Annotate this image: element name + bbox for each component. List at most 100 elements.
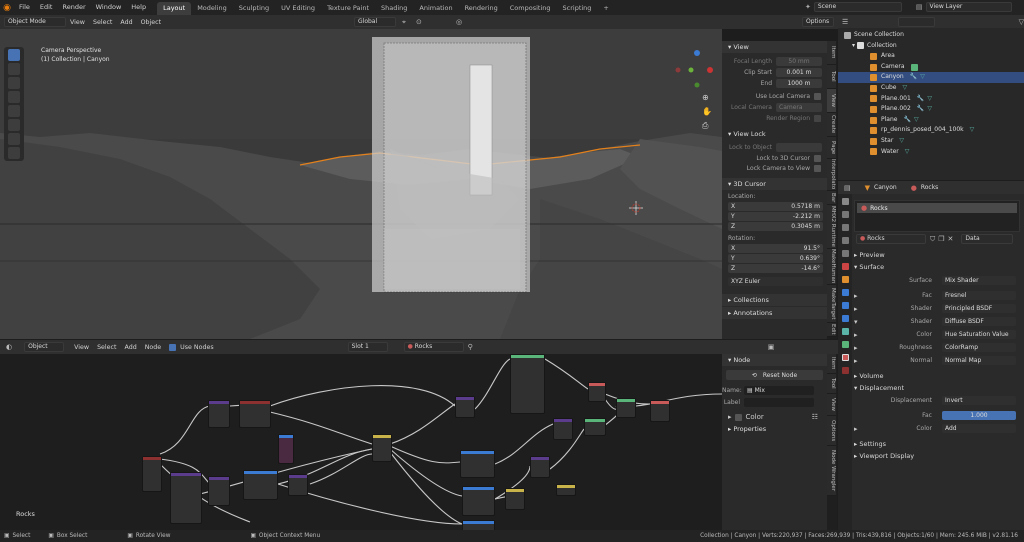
modifiers-tab-icon[interactable] bbox=[841, 289, 849, 296]
camera-view-icon[interactable]: ⎙ bbox=[702, 119, 712, 133]
fake-user-icon[interactable]: ⛉ bbox=[930, 235, 935, 244]
cursor-z-field[interactable]: Z 0.3045 m bbox=[728, 222, 823, 231]
mapping-node-2[interactable] bbox=[170, 472, 202, 524]
tab-bar[interactable]: Bar bbox=[827, 191, 836, 205]
lock-camera-checkbox[interactable] bbox=[814, 165, 821, 172]
tab-edit[interactable]: Edit bbox=[827, 323, 836, 337]
roughness-input[interactable]: ColorRamp bbox=[942, 343, 1016, 352]
overlay-icon[interactable]: ▣ bbox=[768, 343, 775, 351]
viewport-menu-view[interactable]: View bbox=[66, 19, 89, 26]
image-texture-node-2[interactable] bbox=[243, 470, 278, 500]
cursor-rx-field[interactable]: X 91.5° bbox=[728, 244, 823, 253]
mix-rgb-node-1[interactable] bbox=[505, 488, 525, 510]
tab-maketarget[interactable]: MakeTarget bbox=[827, 285, 836, 323]
material-tab-icon[interactable] bbox=[841, 354, 849, 361]
blender-logo-icon[interactable]: ◉ bbox=[0, 0, 14, 15]
outliner-item-water[interactable]: Water ▽ bbox=[844, 147, 1024, 158]
tab-animation[interactable]: Animation bbox=[413, 2, 458, 15]
unlink-icon[interactable]: ✕ bbox=[948, 235, 954, 243]
fac-input[interactable]: Fresnel bbox=[942, 291, 1016, 300]
lock-cursor-checkbox[interactable] bbox=[814, 155, 821, 162]
tab-mhx2-runtime[interactable]: MHX2 Runtime bbox=[827, 205, 836, 249]
slot-selector[interactable]: Slot 1 bbox=[347, 342, 388, 352]
3d-viewport[interactable]: Camera Perspective (1) Collection | Cany… bbox=[0, 29, 722, 339]
cursor-rz-field[interactable]: Z -14.6° bbox=[728, 264, 823, 273]
tab-modeling[interactable]: Modeling bbox=[191, 2, 233, 15]
material-slot-rocks[interactable]: ● Rocks bbox=[857, 203, 1017, 213]
orientation-selector[interactable]: Global bbox=[354, 17, 396, 27]
outliner-scene-collection[interactable]: Scene Collection bbox=[844, 30, 1024, 41]
pan-hand-icon[interactable]: ✋ bbox=[702, 105, 712, 119]
menu-window[interactable]: Window bbox=[91, 0, 127, 15]
move-tool-icon[interactable] bbox=[8, 77, 20, 89]
viewport-display-panel[interactable]: ▸ Viewport Display bbox=[854, 450, 1022, 462]
annotations-panel[interactable]: ▸ Annotations bbox=[722, 307, 827, 319]
outliner-item-rp-dennis[interactable]: rp_dennis_posed_004_100k ▽ bbox=[844, 125, 1024, 136]
rotation-mode-selector[interactable]: XYZ Euler bbox=[728, 277, 823, 286]
collections-panel[interactable]: ▸ Collections bbox=[722, 294, 827, 306]
mapping-node-3[interactable] bbox=[208, 476, 230, 506]
mix-shader-node[interactable] bbox=[616, 398, 636, 418]
color-preview-node[interactable] bbox=[278, 434, 294, 464]
node-menu-view[interactable]: View bbox=[70, 344, 93, 351]
options-button[interactable]: Options bbox=[802, 17, 834, 27]
node-editor-canvas[interactable]: Rocks bbox=[0, 354, 722, 530]
local-camera-field[interactable]: Camera bbox=[776, 103, 822, 112]
node-tab-options[interactable]: Options bbox=[827, 416, 836, 446]
outliner-item-plane002[interactable]: Plane.002 🔧 ▽ bbox=[844, 104, 1024, 115]
tab-interpolato[interactable]: Interpolato bbox=[827, 159, 836, 191]
tab-rendering[interactable]: Rendering bbox=[459, 2, 504, 15]
outliner-item-cube[interactable]: Cube ▽ bbox=[844, 83, 1024, 94]
settings-panel[interactable]: ▸ Settings bbox=[854, 438, 1022, 450]
principled-bsdf-node[interactable] bbox=[510, 354, 545, 414]
filter-icon[interactable]: ▽ bbox=[1019, 18, 1024, 26]
node-menu-node[interactable]: Node bbox=[141, 344, 165, 351]
use-nodes-checkbox[interactable] bbox=[169, 343, 177, 351]
focal-length-field[interactable]: 50 mm bbox=[776, 57, 822, 66]
outliner-collection[interactable]: ▾ Collection bbox=[844, 41, 1024, 52]
pivot-icon[interactable]: ⌖ bbox=[402, 18, 406, 27]
physics-tab-icon[interactable] bbox=[841, 315, 849, 322]
tab-sculpting[interactable]: Sculpting bbox=[233, 2, 275, 15]
select-box-icon[interactable] bbox=[8, 49, 20, 61]
tab-layout[interactable]: Layout bbox=[157, 1, 192, 15]
lock-object-field[interactable] bbox=[776, 143, 822, 152]
snap-icon[interactable]: ⊙ bbox=[416, 18, 422, 26]
tab-page[interactable]: Page bbox=[827, 137, 836, 159]
node-material-selector[interactable]: ● Rocks bbox=[403, 342, 464, 352]
outliner-item-canyon[interactable]: Canyon 🔧 ▽ bbox=[838, 72, 1024, 83]
tab-create[interactable]: Create bbox=[827, 113, 836, 137]
proportional-icon[interactable]: ◎ bbox=[456, 18, 462, 26]
3d-cursor-title[interactable]: ▾ 3D Cursor bbox=[722, 178, 827, 190]
outliner-item-plane[interactable]: Plane 🔧 ▽ bbox=[844, 115, 1024, 126]
list-icon[interactable]: ☷ bbox=[812, 413, 818, 421]
voronoi-texture-node[interactable] bbox=[462, 486, 495, 516]
node-name-field[interactable]: ▤ Mix bbox=[744, 386, 814, 395]
cursor-y-field[interactable]: Y -2.212 m bbox=[728, 212, 823, 221]
node-menu-select[interactable]: Select bbox=[93, 344, 120, 351]
view-layer-selector[interactable]: View Layer bbox=[925, 2, 1012, 12]
node-color-checkbox[interactable] bbox=[734, 413, 742, 421]
clip-start-field[interactable]: 0.001 m bbox=[776, 68, 822, 77]
outliner-search-input[interactable] bbox=[898, 16, 935, 27]
transform-tool-icon[interactable] bbox=[8, 119, 20, 131]
color-ramp-node[interactable] bbox=[455, 396, 475, 418]
menu-edit[interactable]: Edit bbox=[35, 0, 58, 15]
surface-shader-selector[interactable]: Mix Shader bbox=[942, 276, 1016, 285]
mapping-node-1[interactable] bbox=[208, 400, 230, 428]
pin-icon[interactable]: ⚲ bbox=[468, 343, 473, 351]
annotate-tool-icon[interactable] bbox=[8, 133, 20, 145]
node-properties-panel[interactable]: ▸ Properties bbox=[722, 423, 827, 435]
node-panel-title[interactable]: ▾ Node bbox=[722, 354, 827, 366]
material-output-node[interactable] bbox=[650, 400, 670, 422]
rotate-tool-icon[interactable] bbox=[8, 91, 20, 103]
material-name-field[interactable]: ● Rocks bbox=[856, 234, 926, 244]
world-tab-icon[interactable] bbox=[841, 263, 849, 270]
shader1-input[interactable]: Principled BSDF bbox=[942, 304, 1016, 313]
texture-coordinate-node[interactable] bbox=[142, 456, 162, 492]
node-tab-tool[interactable]: Tool bbox=[827, 374, 836, 394]
diffuse-bsdf-node[interactable] bbox=[584, 418, 606, 436]
displacement-panel[interactable]: ▾ Displacement bbox=[854, 382, 1022, 394]
render-region-checkbox[interactable] bbox=[814, 115, 821, 122]
output-tab-icon[interactable] bbox=[841, 224, 849, 231]
